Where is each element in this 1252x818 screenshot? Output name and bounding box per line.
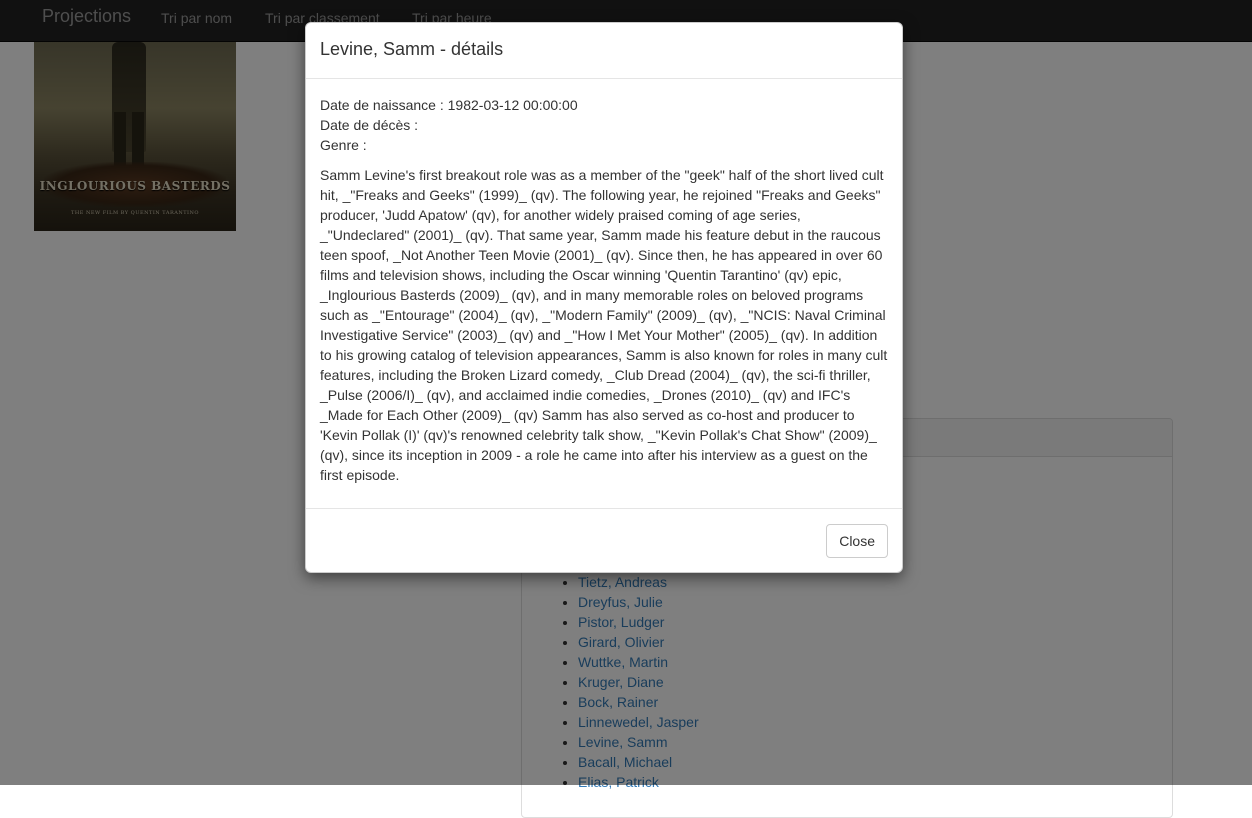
- biography: Samm Levine's first breakout role was as…: [320, 167, 888, 483]
- birth-date: Date de naissance : 1982-03-12 00:00:00: [320, 97, 578, 113]
- genre: Genre :: [320, 137, 367, 153]
- death-date: Date de décès :: [320, 117, 419, 133]
- modal-header: Levine, Samm - détails: [306, 23, 902, 79]
- close-button[interactable]: Close: [826, 524, 888, 558]
- details-modal: Levine, Samm - détails Date de naissance…: [305, 22, 903, 573]
- modal-body: Date de naissance : 1982-03-12 00:00:00 …: [306, 79, 902, 509]
- modal-footer: Close: [306, 509, 902, 572]
- modal-title: Levine, Samm - détails: [320, 39, 504, 59]
